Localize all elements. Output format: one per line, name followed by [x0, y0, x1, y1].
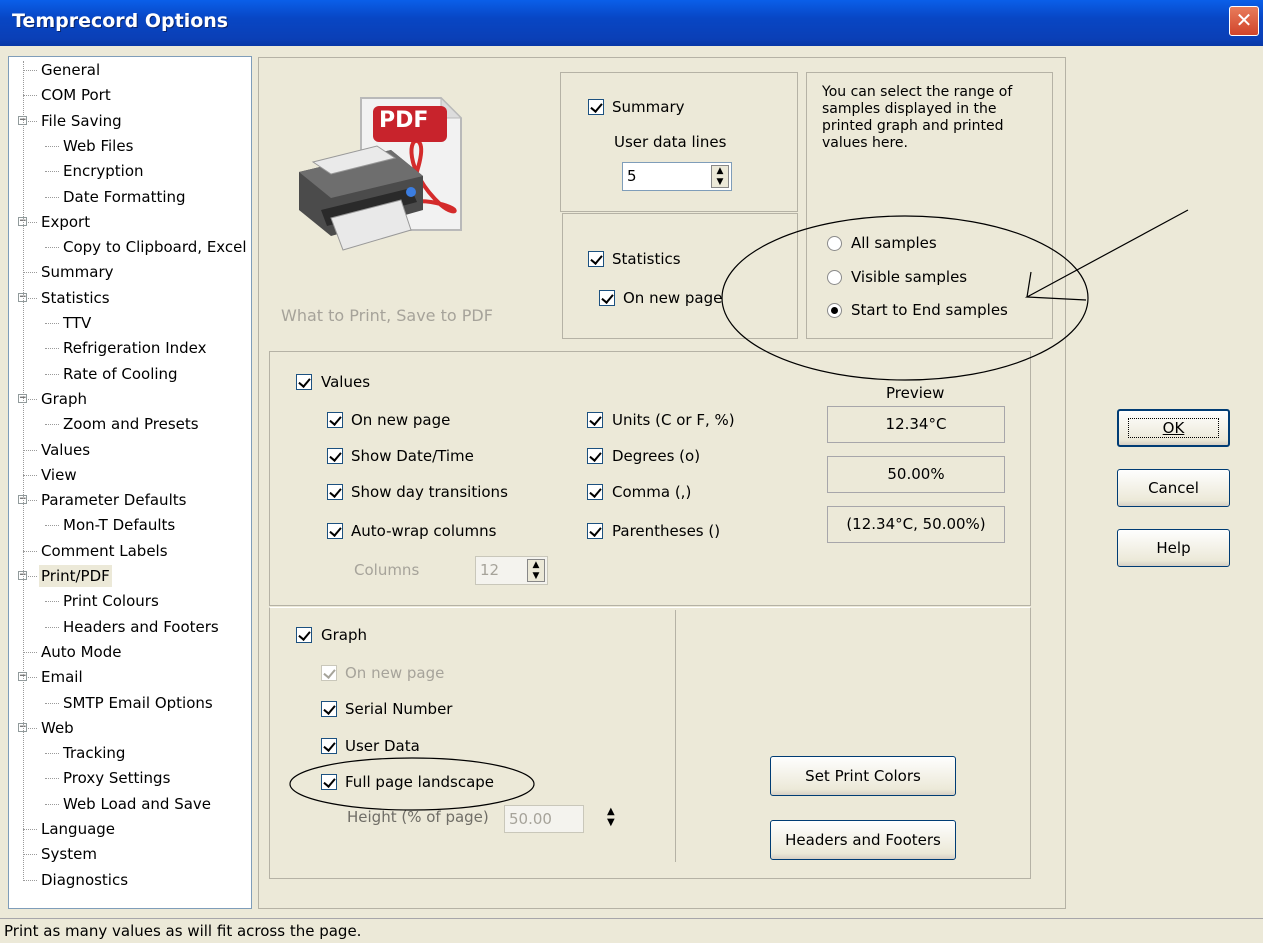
annotation-arrow	[1024, 209, 1189, 301]
annotation-arrow-head	[1026, 271, 1032, 298]
status-bar: Print as many values as will fit across …	[0, 918, 1263, 943]
annotation-ellipse-range	[721, 215, 1089, 381]
status-text: Print as many values as will fit across …	[4, 922, 362, 940]
annotation-overlay	[289, 209, 1189, 811]
annotation-ellipse-landscape	[289, 757, 535, 811]
